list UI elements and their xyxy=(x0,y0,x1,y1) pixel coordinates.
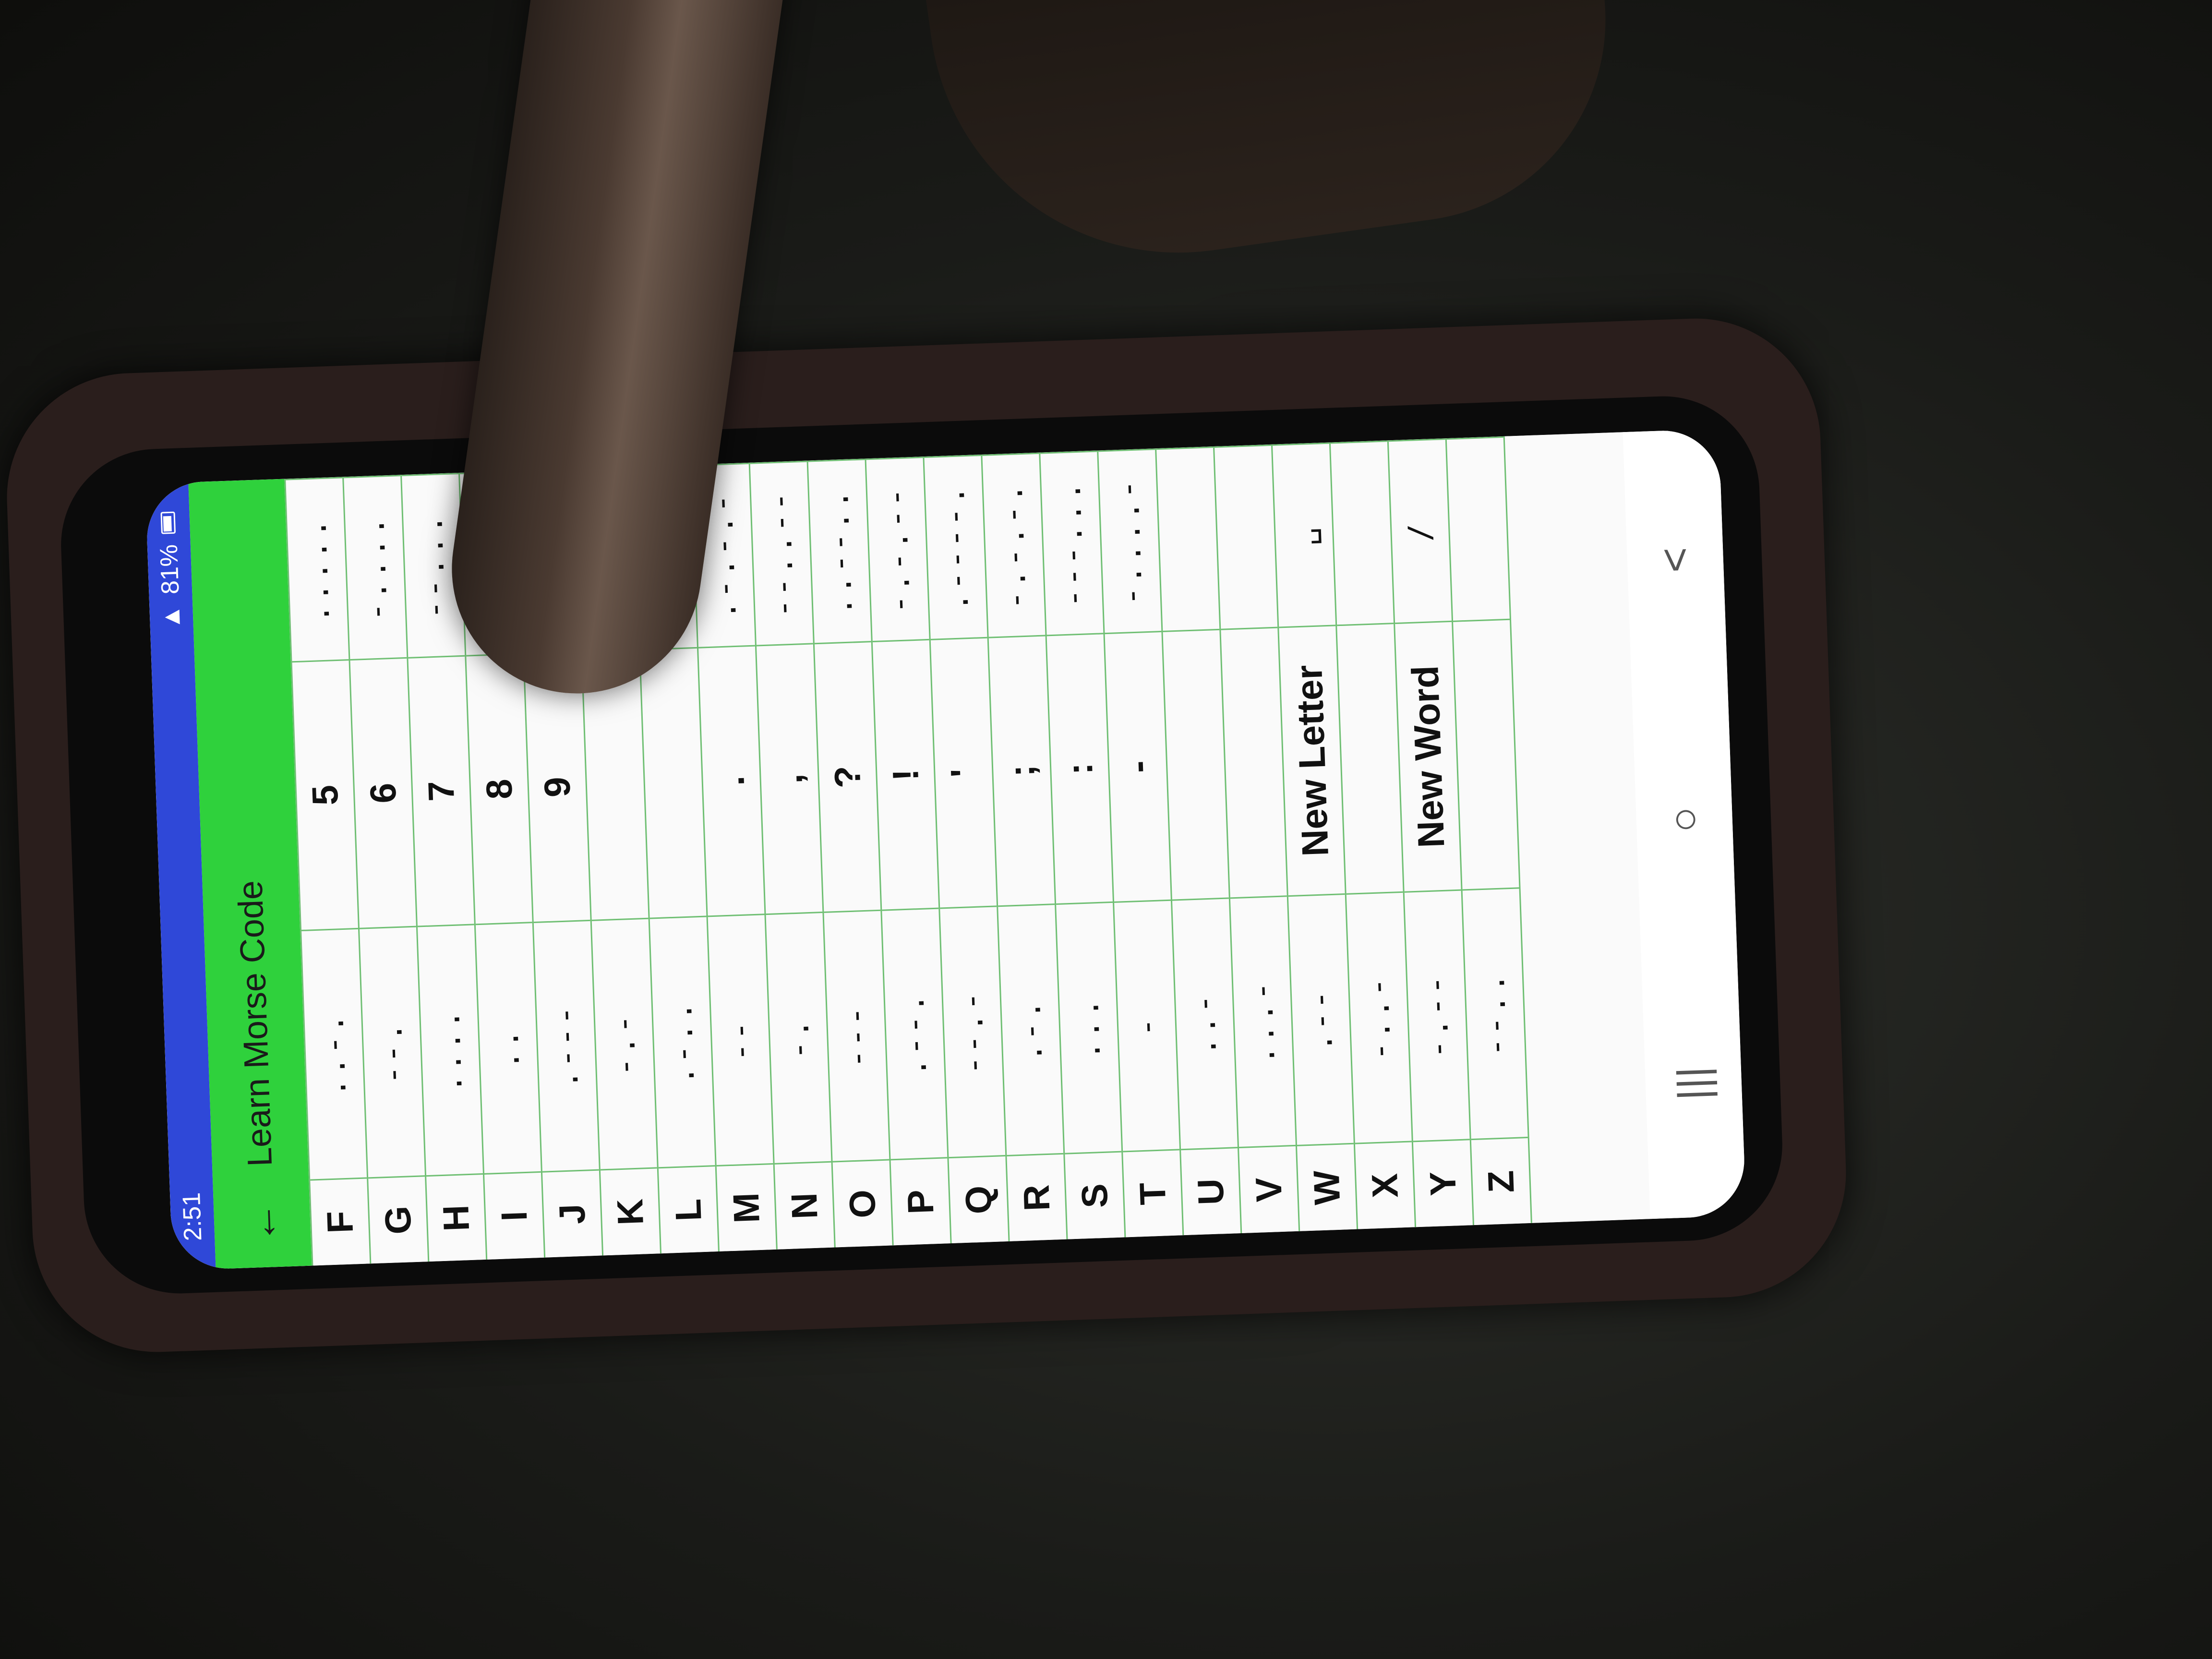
letter-code-cell: -- xyxy=(708,914,773,1166)
letter-cell: G xyxy=(368,1175,428,1264)
signal-icon: ▲ xyxy=(157,604,186,630)
letter-cell: Y xyxy=(1413,1139,1473,1227)
letter-code-cell: --- xyxy=(824,909,890,1161)
letter-cell: I xyxy=(484,1171,544,1260)
letter-code-cell: ..-. xyxy=(301,927,367,1179)
letter-cell: Q xyxy=(949,1155,1009,1244)
letter-code-cell: -.- xyxy=(591,917,657,1169)
symbol-cell xyxy=(1337,623,1403,893)
letter-code-cell: -.-- xyxy=(1404,889,1470,1141)
symbol-cell xyxy=(1221,626,1287,898)
letter-code-cell: ..- xyxy=(1172,897,1238,1149)
app-screen: 2:51 ▲ 81% ← Learn Morse Code F ..-. 5....… xyxy=(145,429,1746,1271)
symbol-cell: 5 xyxy=(292,659,358,930)
letter-code-cell: -. xyxy=(766,912,831,1163)
battery-icon xyxy=(160,511,176,534)
symbol-cell: : xyxy=(1046,633,1113,904)
symbol-code-cell: -.-.-. xyxy=(982,452,1046,637)
back-arrow-icon[interactable]: ← xyxy=(237,1185,287,1244)
symbol-code-cell xyxy=(1330,440,1394,625)
symbol-code-cell: --..-- xyxy=(750,460,813,645)
symbol-code-cell: -.... xyxy=(344,475,407,660)
letter-code-cell: ... xyxy=(1056,901,1122,1153)
letter-code-cell: .--. xyxy=(882,907,948,1159)
letter-code-cell: .-- xyxy=(1288,893,1354,1145)
letter-cell: Z xyxy=(1471,1137,1531,1226)
symbol-code-cell: ..... xyxy=(286,477,349,661)
symbol-cell: ! xyxy=(872,638,939,910)
letter-code-cell: --.. xyxy=(1462,887,1528,1139)
letter-cell: O xyxy=(832,1159,892,1248)
letter-cell: V xyxy=(1238,1144,1299,1233)
letter-cell: U xyxy=(1181,1147,1241,1236)
back-icon[interactable]: < xyxy=(1650,547,1700,574)
symbol-cell: 6 xyxy=(350,657,416,928)
phone-screen: 2:51 ▲ 81% ← Learn Morse Code F ..-. 5....… xyxy=(145,429,1746,1271)
letter-cell: K xyxy=(600,1167,660,1256)
symbol-cell xyxy=(1453,618,1519,890)
letter-cell: X xyxy=(1355,1141,1415,1229)
letter-code-cell: .... xyxy=(417,924,483,1176)
letter-code-cell: .-. xyxy=(998,903,1064,1155)
letter-cell: F xyxy=(310,1177,370,1266)
letter-code-cell: .-.. xyxy=(649,915,715,1167)
symbol-code-cell xyxy=(1214,444,1278,629)
letter-code-cell: - xyxy=(1114,899,1180,1151)
symbol-code-cell xyxy=(1446,436,1510,621)
symbol-cell: New Word xyxy=(1395,620,1461,891)
symbol-code-cell: ---... xyxy=(1040,450,1104,635)
symbol-code-cell: ␣ xyxy=(1272,442,1336,627)
letter-cell: T xyxy=(1123,1149,1183,1238)
letter-cell: J xyxy=(542,1169,602,1258)
symbol-cell: 8 xyxy=(466,653,532,924)
letter-code-cell: --.- xyxy=(940,905,1006,1157)
symbol-cell xyxy=(1163,628,1229,900)
symbol-cell xyxy=(640,647,707,918)
letter-cell: P xyxy=(890,1157,950,1246)
symbol-code-cell: .----. xyxy=(924,454,987,639)
symbol-code-cell: -....- xyxy=(1098,448,1162,633)
letter-cell: H xyxy=(426,1173,486,1262)
symbol-cell: ' xyxy=(930,637,997,908)
letter-code-cell: ...- xyxy=(1230,895,1296,1147)
battery-percent: 81% xyxy=(155,544,185,595)
status-time: 2:51 xyxy=(177,1192,207,1242)
hand-thumb xyxy=(913,0,1632,285)
symbol-cell: . xyxy=(698,645,765,916)
symbol-code-cell: / xyxy=(1388,438,1452,623)
letter-cell: M xyxy=(716,1163,776,1251)
symbol-cell: ? xyxy=(814,641,881,912)
symbol-cell: , xyxy=(756,643,823,914)
symbol-cell: ; xyxy=(988,635,1055,906)
symbol-cell: - xyxy=(1105,631,1171,902)
letter-code-cell: --. xyxy=(359,926,425,1178)
letter-code-cell: .--- xyxy=(533,919,599,1171)
status-right: ▲ 81% xyxy=(153,511,186,630)
letter-code-cell: .. xyxy=(475,922,541,1173)
symbol-code-cell: ..--.. xyxy=(808,458,871,643)
letter-cell: N xyxy=(774,1161,834,1250)
page-title: Learn Morse Code xyxy=(231,879,280,1167)
letter-cell: S xyxy=(1065,1151,1125,1239)
symbol-code-cell: -.-.-- xyxy=(866,457,929,641)
letter-cell: W xyxy=(1297,1142,1357,1231)
symbol-cell: 7 xyxy=(408,655,474,926)
recents-icon[interactable]: ||| xyxy=(1668,1066,1719,1101)
letter-code-cell: -..- xyxy=(1346,891,1412,1143)
symbol-code-cell xyxy=(1156,446,1220,631)
symbol-cell: New Letter xyxy=(1279,625,1345,896)
letter-cell: R xyxy=(1007,1153,1067,1241)
home-icon[interactable]: ○ xyxy=(1659,806,1709,834)
letter-cell: L xyxy=(658,1165,718,1254)
